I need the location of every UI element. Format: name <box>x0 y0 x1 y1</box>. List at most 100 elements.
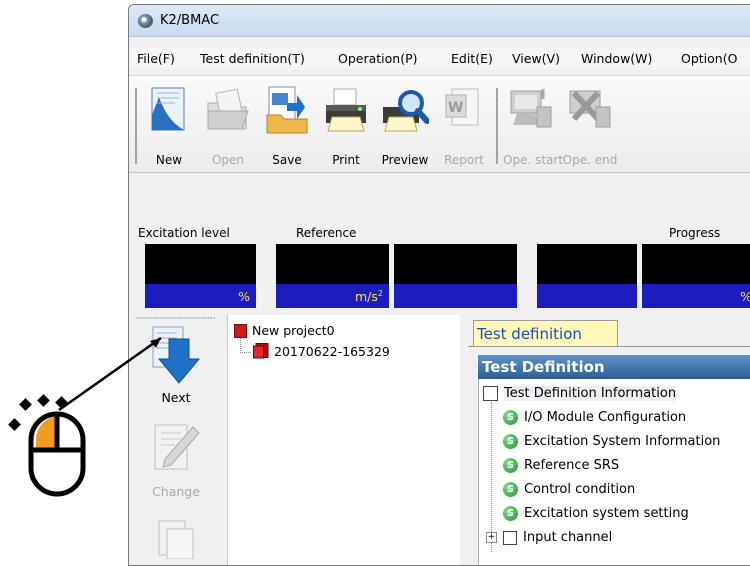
tree-item-excitation-system-setting[interactable]: S Excitation system setting <box>503 506 689 521</box>
setting-s-icon: S <box>503 482 518 497</box>
left-toolbar-grip <box>135 317 215 319</box>
tree-item-label: Excitation system setting <box>524 506 689 521</box>
app-icon <box>138 14 153 28</box>
word-report-icon: W <box>445 88 479 126</box>
menu-operation[interactable]: Operation(P) <box>338 51 418 66</box>
setting-s-icon: S <box>503 458 518 473</box>
menu-edit[interactable]: Edit(E) <box>451 51 493 66</box>
change-pencil-icon <box>154 424 200 470</box>
tree-test-node[interactable]: 20170622-165329 <box>253 343 390 359</box>
tree-item-io-module-configuration[interactable]: S I/O Module Configuration <box>503 410 686 425</box>
left-toolbar: Next Change <box>129 315 228 565</box>
project-icon <box>234 323 247 338</box>
tree-item-test-definition-information[interactable]: Test Definition Information <box>483 386 677 401</box>
setting-s-icon: S <box>503 410 518 425</box>
print-preview-icon <box>383 90 429 132</box>
new-document-icon <box>151 87 185 131</box>
preview-label: Preview <box>381 153 429 167</box>
title-bar: K2/BMAC <box>129 5 750 37</box>
report-label: Report <box>444 153 484 167</box>
save-button[interactable]: Save <box>259 81 315 169</box>
project-name: New project0 <box>252 323 335 338</box>
setting-s-icon: S <box>503 506 518 521</box>
excitation-level-label: Excitation level <box>138 226 230 240</box>
save-folder-icon <box>266 86 308 134</box>
tree-item-reference-srs[interactable]: S Reference SRS <box>503 458 619 473</box>
status-panel: Excitation level Reference Progress % m/… <box>137 174 750 314</box>
operation-start-label: Ope. start <box>503 153 564 167</box>
setting-s-icon: S <box>503 434 518 449</box>
menu-option[interactable]: Option(O <box>681 51 737 66</box>
tree-item-label: Control condition <box>524 482 636 497</box>
progress-unit: % <box>740 289 750 304</box>
operation-start-button[interactable]: Ope. start <box>503 81 564 169</box>
tree-item-input-channel[interactable]: + Input channel <box>486 530 612 545</box>
tree-item-label: Input channel <box>523 530 613 545</box>
operation-end-label: Ope. end <box>562 153 618 167</box>
test-definition-tree: Test Definition Information S I/O Module… <box>478 379 750 565</box>
menu-view[interactable]: View(V) <box>512 51 560 66</box>
change-button[interactable]: Change <box>137 419 215 499</box>
reference-unit-exponent: 2 <box>377 289 383 298</box>
new-button[interactable]: New <box>141 81 197 169</box>
project-tree: New project0 20170622-165329 <box>228 315 460 565</box>
reference-unit-bar: m/s2 <box>276 284 389 308</box>
tree-connector <box>240 338 251 353</box>
meter-unit-bar-4 <box>537 284 637 308</box>
change-label: Change <box>152 484 200 499</box>
main-toolbar: New Open Save Print Preview W Report Ope… <box>129 75 750 173</box>
app-window: K2/BMAC File(F) Test definition(T) Opera… <box>128 4 750 566</box>
tree-item-excitation-system-information[interactable]: S Excitation System Information <box>503 434 720 449</box>
tree-item-control-condition[interactable]: S Control condition <box>503 482 635 497</box>
next-button[interactable]: Next <box>137 325 215 405</box>
print-label: Print <box>332 153 360 167</box>
menu-test-definition[interactable]: Test definition(T) <box>200 51 305 66</box>
save-label: Save <box>272 153 302 167</box>
excitation-unit-bar: % <box>145 284 256 308</box>
menu-file[interactable]: File(F) <box>137 51 175 66</box>
next-arrow-icon <box>152 326 201 384</box>
test-definition-header: Test Definition <box>478 355 750 379</box>
expand-plus-icon[interactable]: + <box>486 532 497 543</box>
svg-text:W: W <box>448 100 463 116</box>
meter-display-4 <box>537 244 637 284</box>
copy-button[interactable] <box>137 519 215 562</box>
tree-project-node[interactable]: New project0 <box>234 323 335 338</box>
open-button[interactable]: Open <box>200 81 256 169</box>
reference-unit-base: m/s <box>355 289 378 305</box>
excitation-unit: % <box>238 289 250 304</box>
open-folder-icon <box>207 88 249 130</box>
operation-start-icon <box>510 89 552 128</box>
tab-test-definition[interactable]: Test definition <box>473 320 618 347</box>
menu-window[interactable]: Window(W) <box>581 51 652 66</box>
test-file-icon <box>253 343 269 359</box>
reference-label: Reference <box>296 226 357 240</box>
meter-display-3 <box>394 244 517 284</box>
preview-button[interactable]: Preview <box>377 81 433 169</box>
tab-strip-line <box>468 346 750 347</box>
tree-item-label: Excitation System Information <box>524 434 721 449</box>
toolbar-separator <box>496 88 498 164</box>
progress-meter-display <box>642 244 750 284</box>
next-label: Next <box>161 390 191 405</box>
progress-label: Progress <box>669 226 721 240</box>
print-button[interactable]: Print <box>318 81 374 169</box>
meter-unit-bar-3 <box>394 284 517 308</box>
menu-bar: File(F) Test definition(T) Operation(P) … <box>129 47 750 69</box>
progress-unit-bar: % <box>642 284 750 308</box>
checkbox-icon <box>503 530 517 545</box>
reference-meter-display <box>276 244 389 284</box>
tree-item-label: Test Definition Information <box>504 386 677 401</box>
checkbox-icon <box>483 386 498 401</box>
report-button[interactable]: W Report <box>436 81 492 169</box>
mouse-left-click-icon <box>8 394 86 497</box>
operation-end-icon <box>569 90 611 128</box>
tree-item-label: I/O Module Configuration <box>524 410 687 425</box>
window-title: K2/BMAC <box>160 13 220 28</box>
open-label: Open <box>211 153 245 167</box>
excitation-meter-display <box>145 244 256 284</box>
test-definition-panel: Test definition Test Definition Test Def… <box>468 315 750 565</box>
toolbar-grip <box>135 88 137 164</box>
operation-end-button[interactable]: Ope. end <box>562 81 618 169</box>
new-label: New <box>155 153 183 167</box>
